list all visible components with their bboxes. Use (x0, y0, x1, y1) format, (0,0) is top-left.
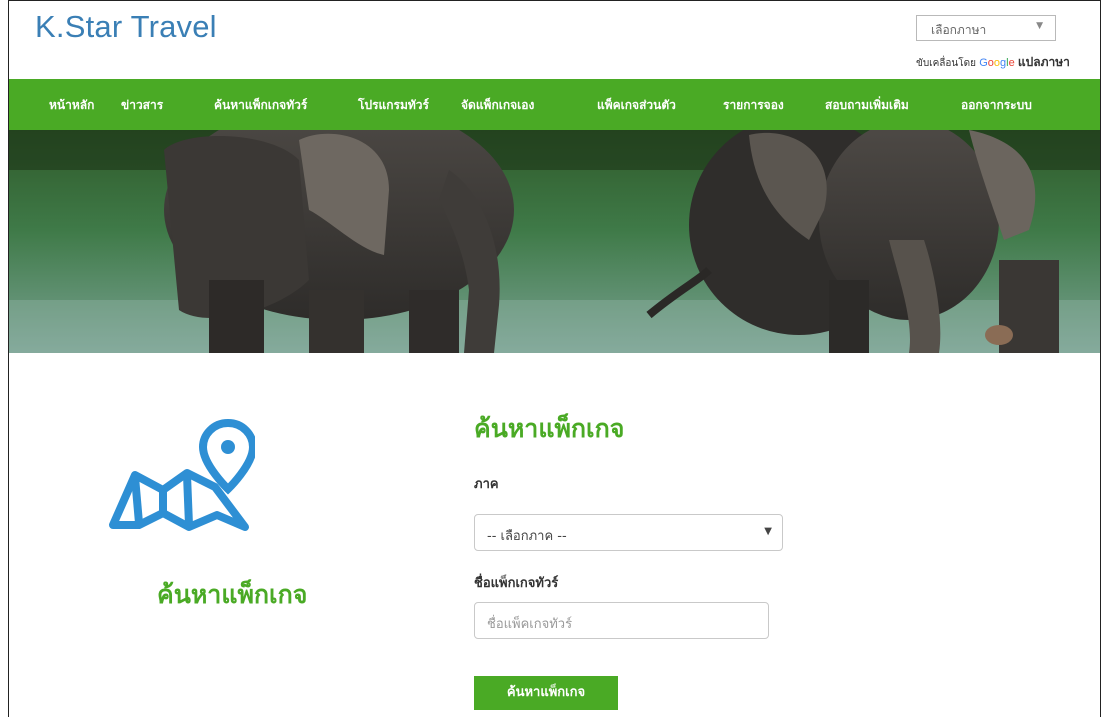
region-label: ภาค (474, 477, 499, 492)
nav-item-tour-programs[interactable]: โปรแกรมทัวร์ (358, 96, 429, 115)
nav-item-logout[interactable]: ออกจากระบบ (961, 96, 1032, 115)
nav-item-home[interactable]: หน้าหลัก (49, 96, 94, 115)
hero-banner-elephants (9, 130, 1100, 353)
map-location-icon (105, 415, 258, 549)
nav-item-news[interactable]: ข่าวสาร (121, 96, 163, 115)
language-select-value: เลือกภาษา (931, 23, 987, 37)
package-name-placeholder: ชื่อแพ็คเกจทัวร์ (487, 617, 573, 632)
nav-item-inquiry[interactable]: สอบถามเพิ่มเติม (825, 96, 909, 115)
nav-item-bookings[interactable]: รายการจอง (723, 96, 784, 115)
side-title: ค้นหาแพ็กเกจ (157, 580, 308, 609)
region-select-value: -- เลือกภาค -- (487, 529, 567, 544)
package-name-input[interactable]: ชื่อแพ็คเกจทัวร์ (474, 602, 769, 639)
region-select[interactable]: -- เลือกภาค -- ▼ (474, 514, 783, 551)
chevron-down-icon: ▼ (1036, 21, 1043, 31)
header: K.Star Travel เลือกภาษา ▼ ขับเคลื่อนโดย … (9, 1, 1100, 79)
page-frame: K.Star Travel เลือกภาษา ▼ ขับเคลื่อนโดย … (8, 0, 1101, 717)
nav-item-private-package[interactable]: แพ็คเกจส่วนตัว (597, 96, 676, 115)
package-name-label: ชื่อแพ็กเกจทัวร์ (474, 576, 559, 591)
site-logo[interactable]: K.Star Travel (35, 9, 217, 45)
nav-item-search-package[interactable]: ค้นหาแพ็กเกจทัวร์ (214, 96, 307, 115)
main-content: ค้นหาแพ็กเกจ ค้นหาแพ็กเกจ ภาค -- เลือกภา… (9, 353, 1100, 717)
nav-item-custom-package[interactable]: จัดแพ็กเกจเอง (461, 96, 534, 115)
powered-by-google: ขับเคลื่อนโดย Google แปลภาษา (916, 53, 1070, 72)
form-title: ค้นหาแพ็กเกจ (474, 414, 625, 443)
main-nav: หน้าหลัก ข่าวสาร ค้นหาแพ็กเกจทัวร์ โปรแก… (9, 79, 1100, 130)
google-logo: Google (979, 57, 1015, 69)
translate-link[interactable]: แปลภาษา (1018, 55, 1070, 69)
powered-by-prefix: ขับเคลื่อนโดย (916, 58, 976, 69)
search-package-button[interactable]: ค้นหาแพ็กเกจ (474, 676, 618, 710)
chevron-down-icon: ▼ (764, 526, 772, 537)
elephants-photo (9, 130, 1100, 353)
language-select[interactable]: เลือกภาษา ▼ (916, 15, 1056, 41)
